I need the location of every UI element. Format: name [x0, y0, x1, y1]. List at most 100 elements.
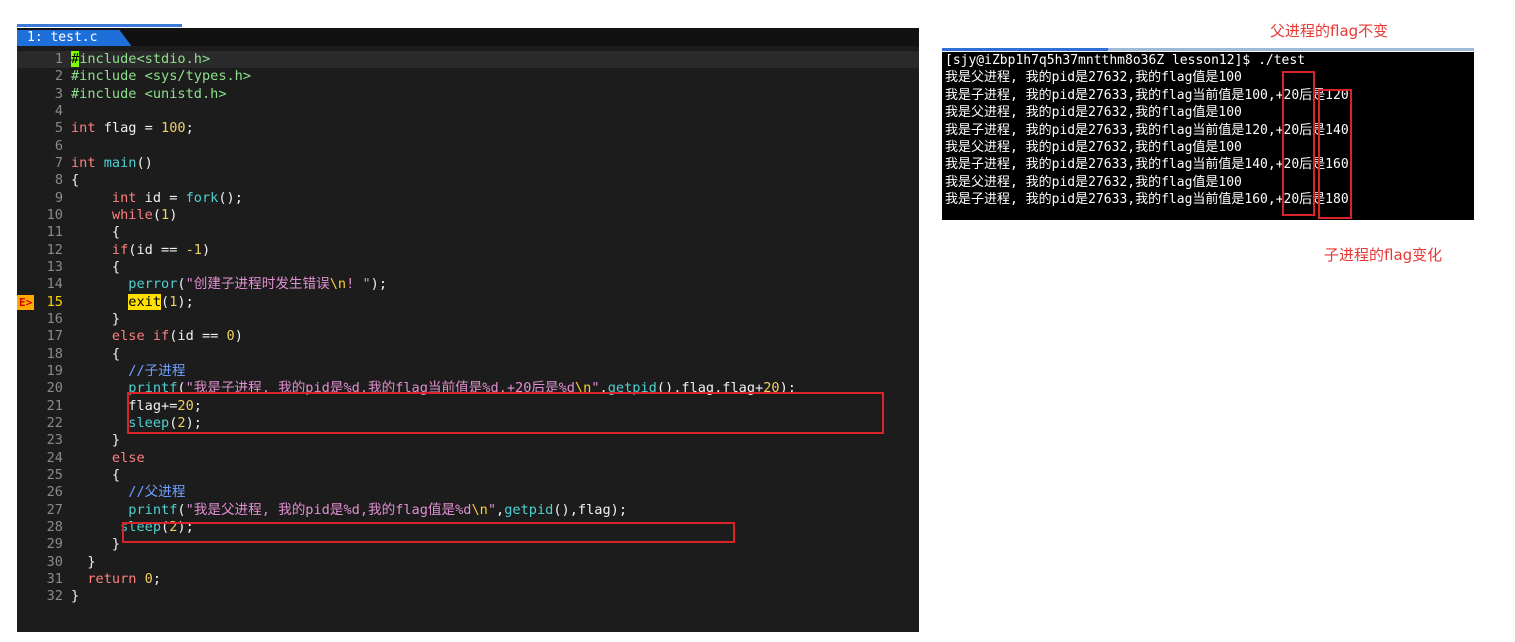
line-number: 32	[46, 588, 63, 605]
code-line[interactable]: 6	[17, 138, 919, 155]
line-number: 4	[54, 102, 63, 119]
line-number: 3	[54, 85, 63, 102]
child-flag-column-box	[1318, 89, 1352, 219]
parent-flag-annotation: 父进程的flag不变	[1270, 22, 1389, 40]
line-text: }	[71, 553, 96, 570]
line-number: 20	[46, 380, 63, 397]
line-text: //父进程	[128, 484, 186, 501]
code-line[interactable]: 32}	[17, 588, 919, 605]
code-line[interactable]: E> 15 exit(1);	[17, 293, 919, 311]
code-line[interactable]: 9 int id = fork();	[17, 190, 919, 207]
line-text: printf("我是父进程, 我的pid是%d,我的flag值是%d\n",ge…	[128, 501, 628, 518]
line-number: 27	[46, 501, 63, 518]
code-line[interactable]: 14 perror("创建子进程时发生错误\n! ");	[17, 276, 919, 293]
code-line[interactable]: 1 #include<stdio.h>	[17, 51, 919, 69]
code-line[interactable]: 19 //子进程	[17, 363, 919, 380]
code-editor[interactable]: 1: test.c 1 #include<stdio.h> 2 #include <s…	[17, 28, 919, 632]
code-line[interactable]: 3 #include <unistd.h>	[17, 86, 919, 103]
line-number: 17	[46, 328, 63, 345]
code-line[interactable]: 23 }	[17, 432, 919, 449]
code-line[interactable]: 24 else	[17, 450, 919, 467]
line-text: if(id == -1)	[111, 241, 211, 258]
line-text: perror("创建子进程时发生错误\n! ");	[128, 276, 388, 293]
code-line[interactable]: 27 printf("我是父进程, 我的pid是%d,我的flag值是%d\n"…	[17, 502, 919, 519]
line-text: else if(id == 0)	[111, 328, 243, 345]
code-line[interactable]: 16 }	[17, 311, 919, 328]
child-flag-annotation: 子进程的flag变化	[1324, 246, 1443, 264]
line-number: 12	[46, 241, 63, 258]
code-line[interactable]: 26 //父进程	[17, 484, 919, 501]
code-line[interactable]: 12 if(id == -1)	[17, 242, 919, 259]
tab-test-c[interactable]: 1: test.c	[17, 30, 131, 46]
line-number: 19	[46, 362, 63, 379]
line-text: }	[71, 536, 121, 553]
line-text: #include<stdio.h>	[71, 51, 211, 67]
terminal-line: 我是父进程, 我的pid是27632,我的flag值是100	[945, 70, 1242, 86]
line-text: #include <sys/types.h>	[71, 68, 252, 85]
line-number: 30	[46, 553, 63, 570]
code-line[interactable]: 18 {	[17, 346, 919, 363]
line-text: else	[111, 449, 145, 466]
code-line[interactable]: 10 while(1)	[17, 207, 919, 224]
terminal-top-accent	[942, 48, 1474, 51]
parent-printf-highlight-box	[122, 522, 735, 543]
line-number: 5	[54, 120, 63, 137]
line-number: 25	[46, 466, 63, 483]
tab-bar: 1: test.c	[17, 28, 919, 46]
line-number: 24	[46, 449, 63, 466]
line-number: 23	[46, 432, 63, 449]
line-number: 22	[46, 414, 63, 431]
terminal-line: 我是父进程, 我的pid是27632,我的flag值是100	[945, 139, 1242, 155]
line-number: 29	[46, 536, 63, 553]
line-number: 1	[54, 51, 63, 67]
terminal-line: 我是子进程, 我的pid是27633,我的flag当前值是100,+20后是12…	[945, 87, 1349, 103]
line-number: 21	[46, 397, 63, 414]
line-number: 9	[54, 189, 63, 206]
terminal-line: 我是父进程, 我的pid是27632,我的flag值是100	[945, 105, 1242, 121]
line-number: 18	[46, 345, 63, 362]
code-line[interactable]: 8{	[17, 172, 919, 189]
code-line[interactable]: 13 {	[17, 259, 919, 276]
line-text: //子进程	[128, 362, 186, 379]
line-text: {	[71, 224, 121, 241]
line-number: 14	[46, 276, 63, 293]
line-number: 8	[54, 172, 63, 189]
line-text: #include <unistd.h>	[71, 85, 227, 102]
line-text: int main()	[71, 154, 153, 171]
code-line[interactable]: 17 else if(id == 0)	[17, 328, 919, 345]
code-line[interactable]: 25 {	[17, 467, 919, 484]
terminal-line: 我是子进程, 我的pid是27633,我的flag当前值是120,+20后是14…	[945, 122, 1349, 138]
terminal-line: 我是子进程, 我的pid是27633,我的flag当前值是140,+20后是16…	[945, 157, 1349, 173]
line-text: exit(1);	[128, 293, 194, 310]
line-number: 11	[46, 224, 63, 241]
terminal-line: [sjy@iZbp1h7q5h37mntthm8o36Z lesson12]$ …	[945, 53, 1306, 68]
terminal-lines: [sjy@iZbp1h7q5h37mntthm8o36Z lesson12]$ …	[942, 52, 1474, 209]
line-number: 7	[54, 154, 63, 171]
line-text: {	[71, 345, 121, 362]
line-text: {	[71, 466, 121, 483]
line-number: 28	[46, 518, 63, 535]
line-number: 16	[46, 310, 63, 327]
line-number: 31	[46, 570, 63, 587]
line-number: 6	[54, 137, 63, 154]
line-number: 26	[46, 484, 63, 501]
terminal-output[interactable]: [sjy@iZbp1h7q5h37mntthm8o36Z lesson12]$ …	[942, 52, 1474, 220]
parent-flag-column-box	[1282, 71, 1315, 216]
code-line[interactable]: 2 #include <sys/types.h>	[17, 68, 919, 85]
line-text: {	[71, 258, 121, 275]
code-line[interactable]: 31 return 0;	[17, 571, 919, 588]
code-line[interactable]: 4	[17, 103, 919, 120]
child-branch-highlight-box	[127, 392, 884, 434]
line-text: while(1)	[111, 206, 178, 223]
code-line[interactable]: 7 int main()	[17, 155, 919, 172]
line-number: 13	[46, 258, 63, 275]
line-number: 10	[46, 206, 63, 223]
line-text: int id = fork();	[111, 189, 243, 206]
terminal-line: 我是父进程, 我的pid是27632,我的flag值是100	[945, 174, 1242, 190]
code-line[interactable]: 5 int flag = 100;	[17, 120, 919, 137]
line-text: }	[71, 432, 121, 449]
code-line[interactable]: 30 }	[17, 554, 919, 571]
code-line[interactable]: 11 {	[17, 224, 919, 241]
line-text: }	[71, 588, 80, 605]
line-text: return 0;	[87, 570, 162, 587]
